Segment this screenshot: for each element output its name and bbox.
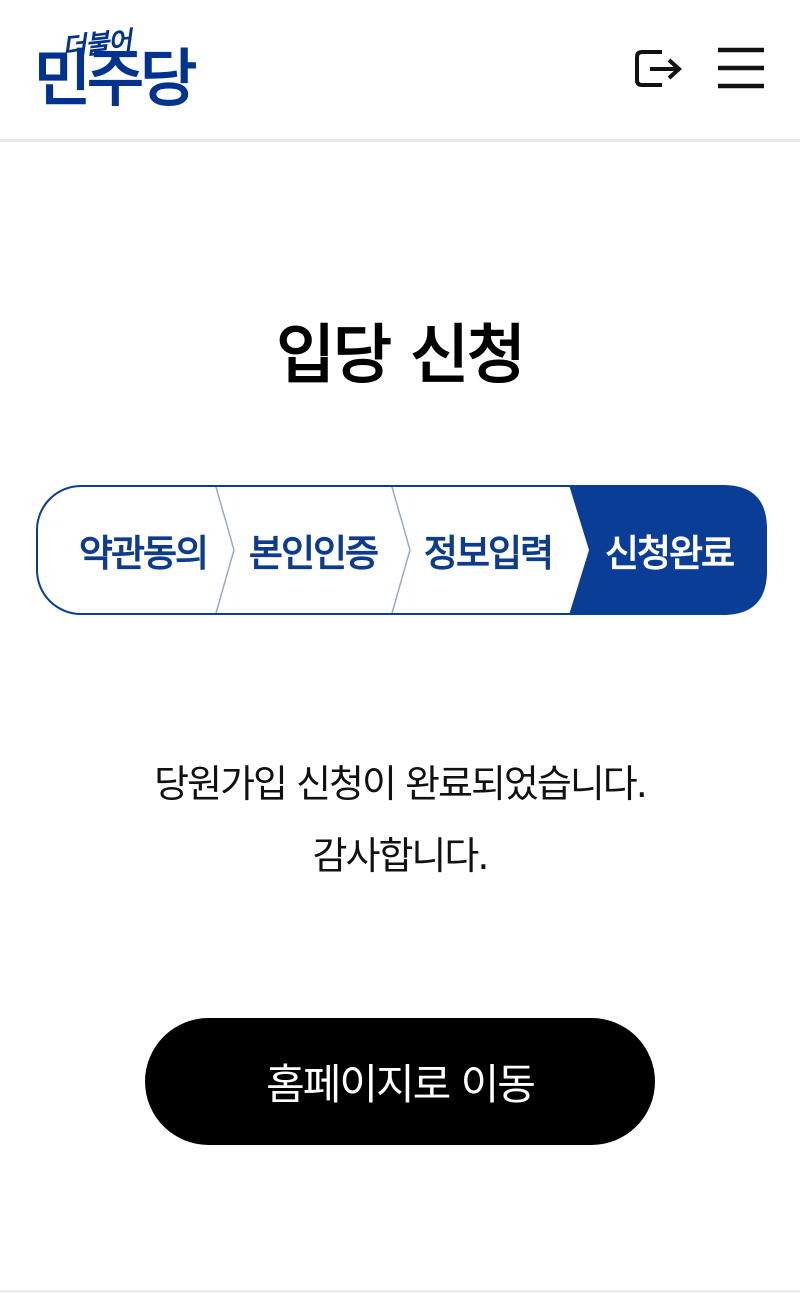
completion-message-line-1: 당원가입 신청이 완료되었습니다. xyxy=(154,762,648,806)
progress-steps: 약관동의 본인인증 정보입력 신청완료 xyxy=(36,485,767,615)
go-to-homepage-button[interactable]: 홈페이지로 이동 xyxy=(145,1018,655,1145)
step-identity-verification: 본인인증 xyxy=(248,532,379,575)
completion-message: 당원가입 신청이 완료되었습니다. 감사합니다. xyxy=(0,748,800,892)
step-application-complete: 신청완료 xyxy=(604,532,735,575)
logout-icon xyxy=(635,50,682,87)
step-terms-agreement: 약관동의 xyxy=(78,532,209,575)
header: 더불어 민주당 xyxy=(0,0,800,142)
page-title: 입당 신청 xyxy=(276,319,526,393)
logout-button[interactable] xyxy=(626,38,686,98)
logo-main-text: 민주당 xyxy=(34,42,197,115)
hamburger-menu-icon xyxy=(718,47,764,89)
step-info-input: 정보입력 xyxy=(423,532,554,575)
page: 더불어 민주당 입당 신청 약관동의 본인인증 정보입력 신청완료 당원가입 신… xyxy=(0,0,800,1293)
menu-button[interactable] xyxy=(712,38,772,98)
logo[interactable]: 더불어 민주당 xyxy=(34,22,224,117)
completion-message-line-2: 감사합니다. xyxy=(312,834,490,878)
